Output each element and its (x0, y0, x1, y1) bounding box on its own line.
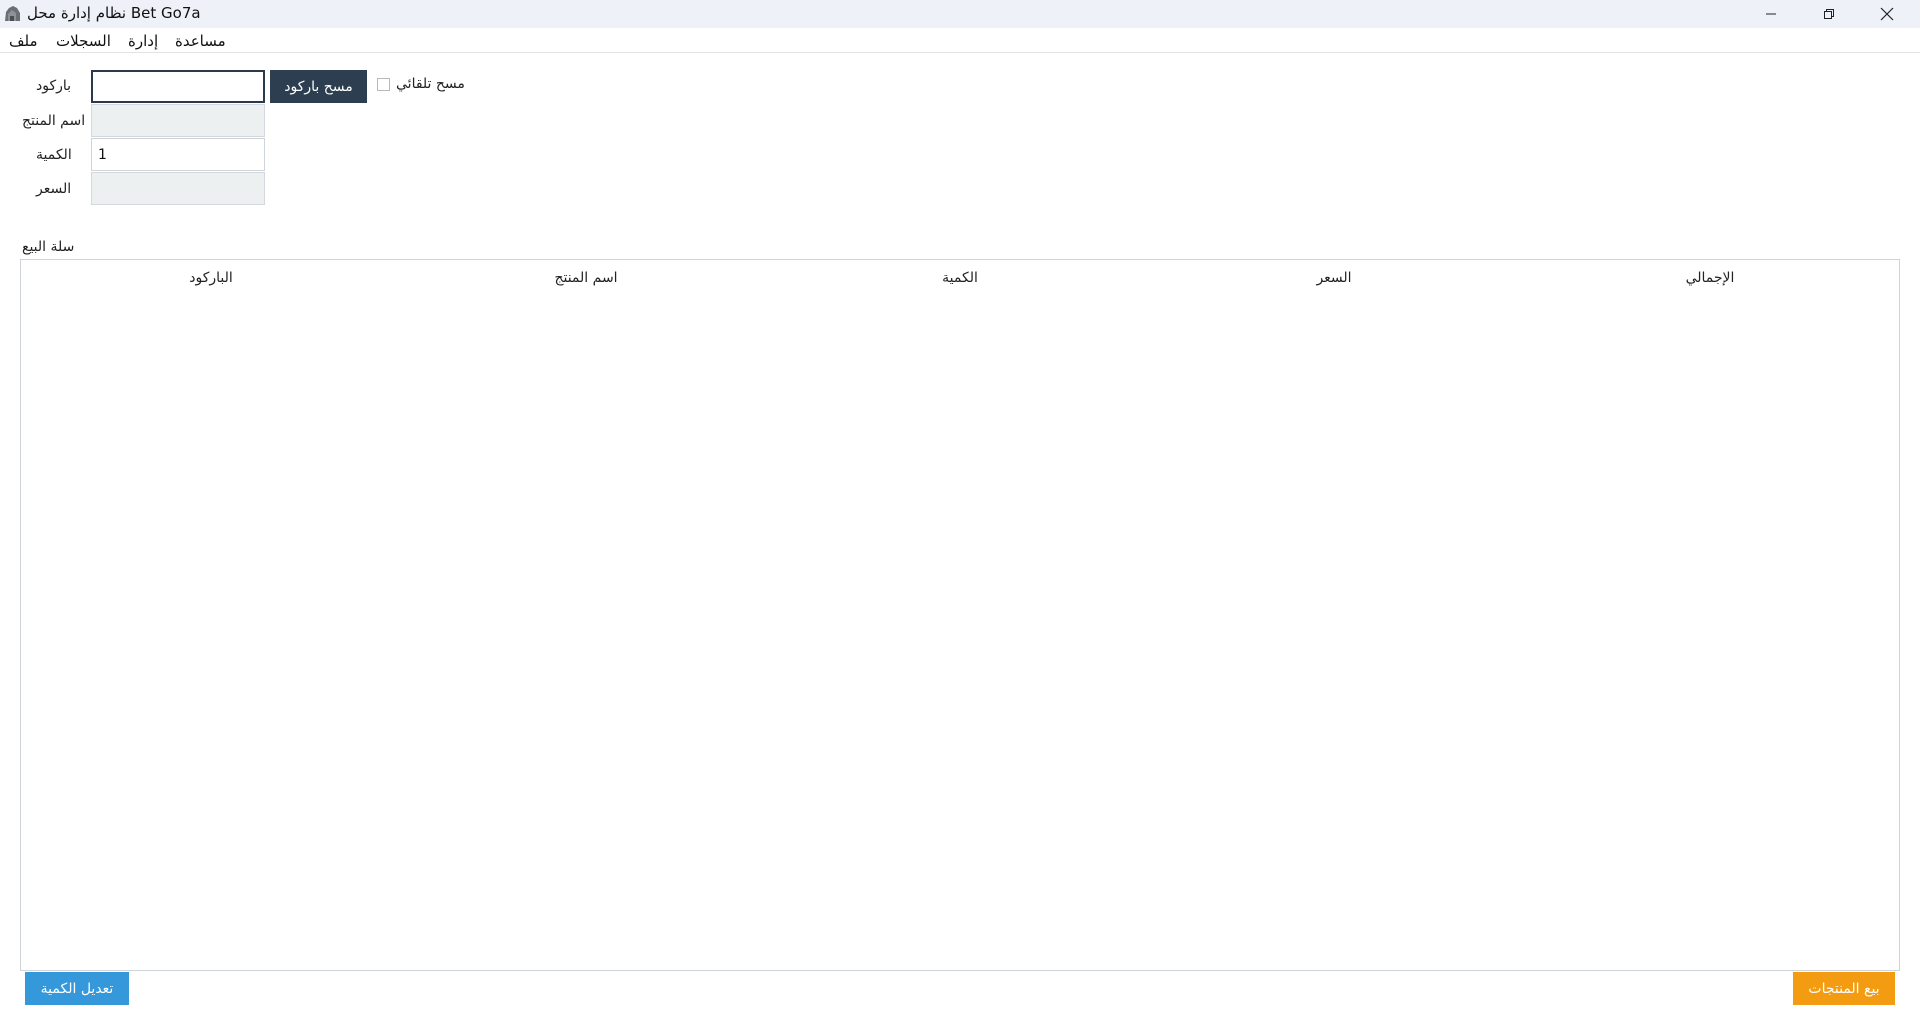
close-icon (1880, 7, 1894, 21)
product-name-label: اسم المنتج (22, 113, 86, 129)
close-button[interactable] (1858, 0, 1916, 28)
scan-barcode-button[interactable]: مسح باركود (270, 70, 367, 103)
restore-button[interactable] (1800, 0, 1858, 28)
menu-file[interactable]: ملف (9, 32, 38, 50)
menu-bar: ملف السجلات إدارة مساعدة (0, 28, 1920, 53)
restore-icon (1824, 9, 1834, 19)
price-label: السعر (36, 181, 72, 197)
auto-scan-label: مسح تلقائي (396, 76, 465, 92)
window-title: نظام إدارة محل Bet Go7a (27, 4, 201, 22)
menu-help[interactable]: مساعدة (175, 32, 226, 50)
product-name-field (91, 104, 265, 137)
sell-products-button[interactable]: بيع المنتجات (1793, 972, 1895, 1005)
barcode-label: باركود (36, 78, 72, 94)
minimize-icon (1766, 13, 1776, 15)
cart-table[interactable]: الباركود اسم المنتج الكمية السعر الإجمال… (20, 259, 1900, 971)
edit-quantity-button[interactable]: تعديل الكمية (25, 972, 129, 1005)
menu-management[interactable]: إدارة (128, 32, 158, 50)
column-header-product-name[interactable]: اسم المنتج (554, 270, 617, 286)
price-field (91, 172, 265, 205)
auto-scan-toggle[interactable]: مسح تلقائي (377, 76, 465, 92)
auto-scan-checkbox[interactable] (377, 77, 390, 91)
app-icon (5, 6, 20, 21)
cart-title: سلة البيع (22, 239, 75, 255)
quantity-input[interactable] (91, 138, 265, 171)
column-header-barcode[interactable]: الباركود (189, 270, 233, 286)
minimize-button[interactable] (1742, 0, 1800, 28)
column-header-total[interactable]: الإجمالي (1686, 270, 1735, 286)
quantity-label: الكمية (36, 147, 72, 163)
column-header-price[interactable]: السعر (1316, 270, 1351, 286)
menu-records[interactable]: السجلات (56, 32, 111, 50)
barcode-input[interactable] (91, 70, 265, 103)
title-bar: نظام إدارة محل Bet Go7a (0, 0, 1920, 28)
column-header-quantity[interactable]: الكمية (942, 270, 978, 286)
